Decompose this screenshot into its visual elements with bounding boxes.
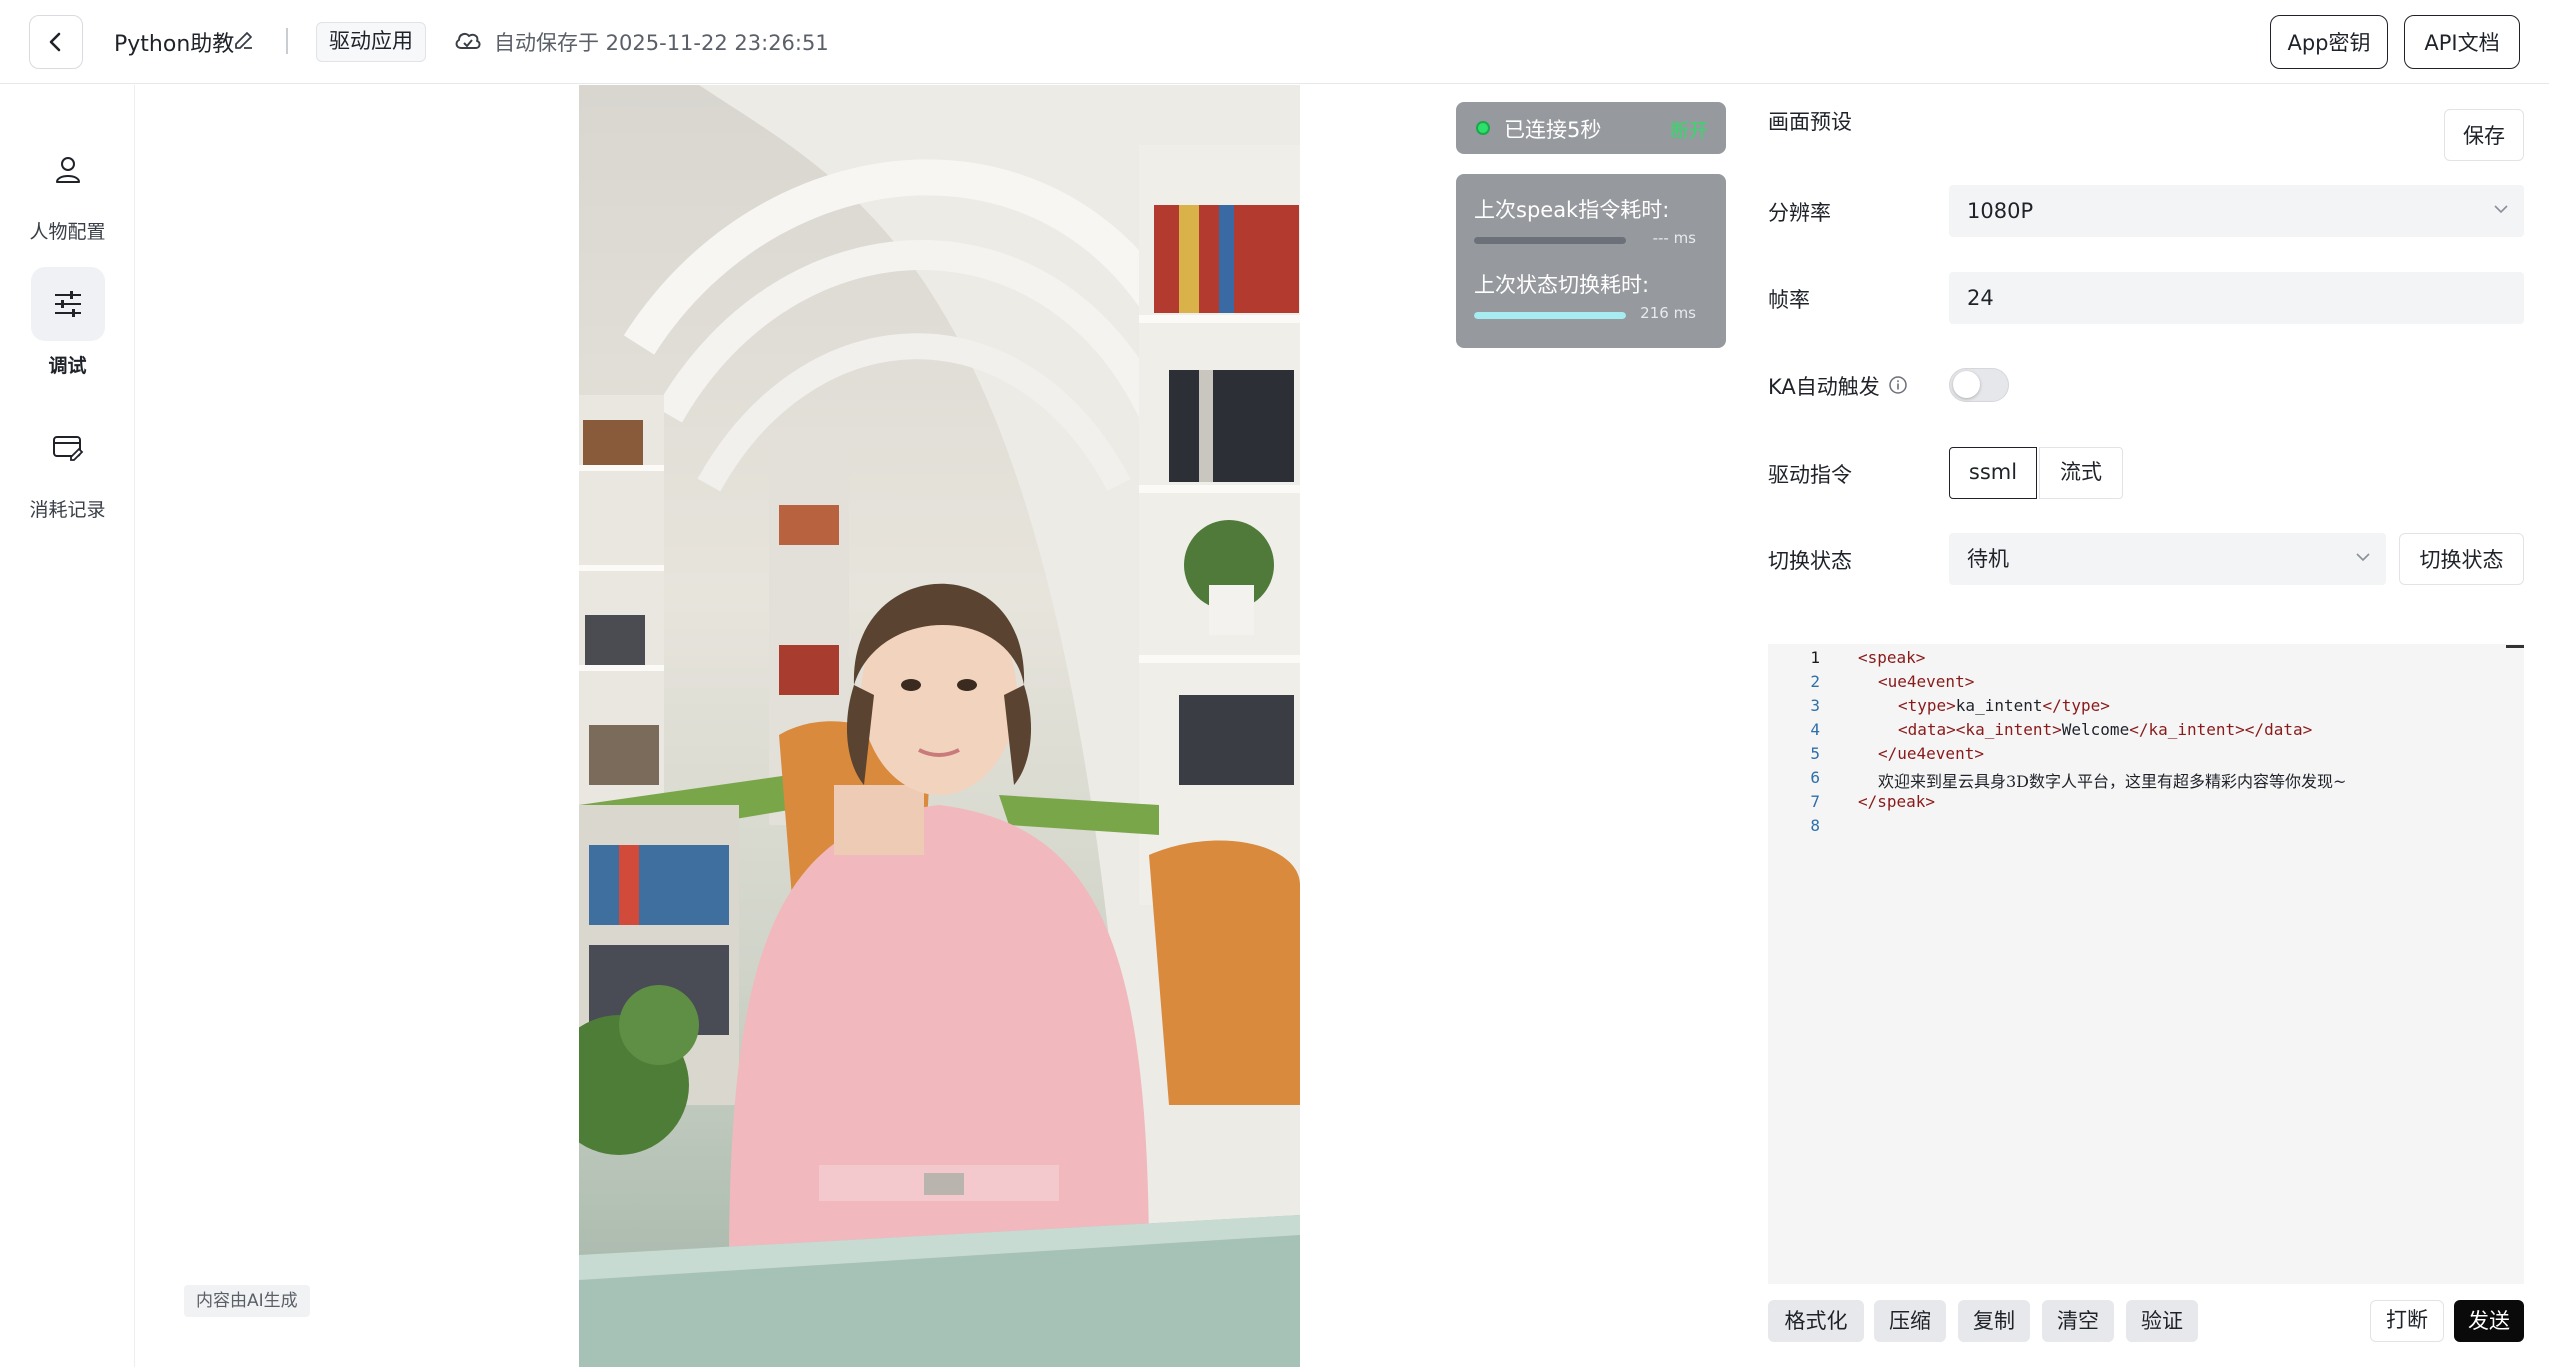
app-key-button[interactable]: App密钥 — [2270, 15, 2388, 69]
chevron-left-icon — [49, 32, 61, 52]
save-button[interactable]: 保存 — [2444, 109, 2524, 161]
code-text: 欢迎来到星云具身3D数字人平台，这里有超多精彩内容等你发现~ — [1878, 772, 2347, 791]
code-text: <speak> — [1858, 648, 1926, 667]
autosave-status: 自动保存于 2025-11-22 23:26:51 — [494, 31, 829, 55]
clear-button[interactable]: 清空 — [2042, 1300, 2114, 1342]
toggle-knob — [1953, 371, 1980, 398]
sliders-icon — [54, 291, 81, 317]
back-button[interactable] — [29, 15, 83, 69]
connection-status-text: 已连接5秒 — [1504, 118, 1602, 142]
mode-tag: 驱动应用 — [316, 22, 426, 62]
interrupt-button[interactable]: 打断 — [2370, 1300, 2444, 1342]
speak-latency-label: 上次speak指令耗时: — [1474, 198, 1670, 222]
sidebar-item-character[interactable]: 人物配置 — [0, 133, 135, 244]
state-value: 待机 — [1967, 547, 2009, 571]
code-line: 2 <ue4event> — [1768, 672, 2524, 696]
latency-stats-panel: 上次speak指令耗时: --- ms 上次状态切换耗时: 216 ms — [1456, 174, 1726, 348]
api-doc-button[interactable]: API文档 — [2404, 15, 2520, 69]
drive-command-label: 驱动指令 — [1768, 463, 1852, 487]
sidebar-item-debug[interactable]: 调试 — [0, 267, 135, 378]
resolution-select[interactable]: 1080P — [1949, 185, 2524, 237]
sidebar-item-usage[interactable]: 消耗记录 — [0, 411, 135, 522]
ai-generated-tag: 内容由AI生成 — [184, 1285, 310, 1317]
switch-state-label: 切换状态 — [1768, 549, 1852, 573]
line-number: 8 — [1810, 816, 1820, 835]
line-number: 5 — [1810, 744, 1820, 763]
person-icon — [55, 157, 80, 183]
validate-button[interactable]: 验证 — [2126, 1300, 2198, 1342]
line-number: 4 — [1810, 720, 1820, 739]
left-sidebar: 人物配置 调试 消耗记录 — [0, 85, 135, 1367]
code-line: 8 — [1768, 816, 2524, 840]
compress-button[interactable]: 压缩 — [1874, 1300, 1946, 1342]
info-icon[interactable] — [1888, 375, 1908, 395]
state-latency-label: 上次状态切换耗时: — [1474, 273, 1650, 297]
state-latency-bar — [1474, 312, 1626, 319]
disconnect-link[interactable]: 断开 — [1670, 116, 1708, 143]
app-name: Python助教 — [114, 32, 235, 57]
code-line: 3 <type>ka_intent</type> — [1768, 696, 2524, 720]
code-line: 4 <data><ka_intent>Welcome</ka_intent></… — [1768, 720, 2524, 744]
line-number: 3 — [1810, 696, 1820, 715]
connected-dot-icon — [1476, 121, 1490, 135]
copy-button[interactable]: 复制 — [1958, 1300, 2030, 1342]
code-text: </ue4event> — [1878, 744, 1984, 763]
state-latency-fill — [1474, 312, 1626, 319]
fps-label: 帧率 — [1768, 288, 1810, 312]
code-line: 5 </ue4event> — [1768, 744, 2524, 768]
state-select[interactable]: 待机 — [1949, 533, 2386, 585]
line-number: 2 — [1810, 672, 1820, 691]
speak-latency-bar — [1474, 237, 1626, 244]
command-stream-option[interactable]: 流式 — [2039, 447, 2123, 499]
sidebar-item-label: 人物配置 — [29, 221, 106, 243]
command-ssml-option[interactable]: ssml — [1949, 447, 2037, 499]
code-text: <type>ka_intent</type> — [1898, 696, 2110, 715]
speak-latency-value: --- ms — [1652, 229, 1696, 247]
line-number: 7 — [1810, 792, 1820, 811]
code-text: </speak> — [1858, 792, 1936, 811]
code-line: 6 欢迎来到星云具身3D数字人平台，这里有超多精彩内容等你发现~ — [1768, 768, 2524, 792]
send-button[interactable]: 发送 — [2454, 1300, 2524, 1342]
code-text: <ue4event> — [1878, 672, 1975, 691]
code-line: 7 </speak> — [1768, 792, 2524, 816]
cloud-sync-icon — [455, 32, 481, 49]
ssml-code-editor[interactable]: 1 <speak> 2 <ue4event> 3 <type>ka_intent… — [1768, 644, 2524, 1284]
sidebar-item-label: 消耗记录 — [29, 499, 106, 521]
code-line: 1 <speak> — [1768, 648, 2524, 672]
ka-auto-trigger-label: KA自动触发 — [1768, 375, 1880, 399]
connection-status-panel: 已连接5秒 断开 — [1456, 102, 1726, 154]
line-number: 6 — [1810, 768, 1820, 787]
resolution-value: 1080P — [1967, 199, 2034, 223]
header-divider — [286, 28, 288, 54]
top-header: Python助教 驱动应用 自动保存于 2025-11-22 23:26:51 … — [0, 0, 2549, 84]
fps-input[interactable]: 24 — [1949, 272, 2524, 324]
ka-auto-trigger-toggle[interactable] — [1949, 368, 2009, 402]
card-edit-icon — [52, 436, 83, 461]
line-number: 1 — [1810, 648, 1820, 667]
resolution-label: 分辨率 — [1768, 201, 1831, 225]
chevron-down-icon — [2356, 553, 2370, 562]
edit-icon[interactable] — [232, 28, 256, 52]
digital-human-video — [579, 85, 1300, 1367]
code-text: <data><ka_intent>Welcome</ka_intent></da… — [1898, 720, 2313, 739]
state-latency-value: 216 ms — [1640, 304, 1696, 322]
sidebar-item-label: 调试 — [48, 355, 87, 377]
panel-title: 画面预设 — [1768, 110, 1852, 134]
switch-state-button[interactable]: 切换状态 — [2399, 533, 2524, 585]
format-button[interactable]: 格式化 — [1768, 1300, 1864, 1342]
editor-scroll-marker — [2506, 645, 2524, 648]
chevron-down-icon — [2494, 205, 2508, 214]
scene-illustration — [579, 85, 1300, 1367]
